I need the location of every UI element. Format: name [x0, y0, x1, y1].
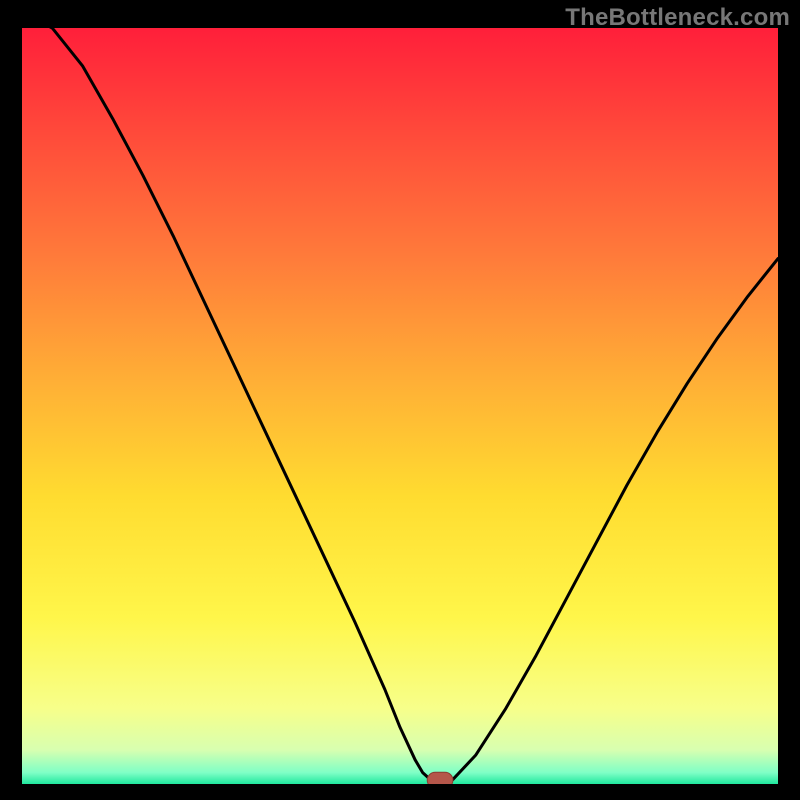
selected-point-marker: [427, 772, 453, 784]
chart-plot-area: [22, 28, 778, 784]
chart-svg: [22, 28, 778, 784]
chart-frame: TheBottleneck.com: [0, 0, 800, 800]
gradient-background: [22, 28, 778, 784]
